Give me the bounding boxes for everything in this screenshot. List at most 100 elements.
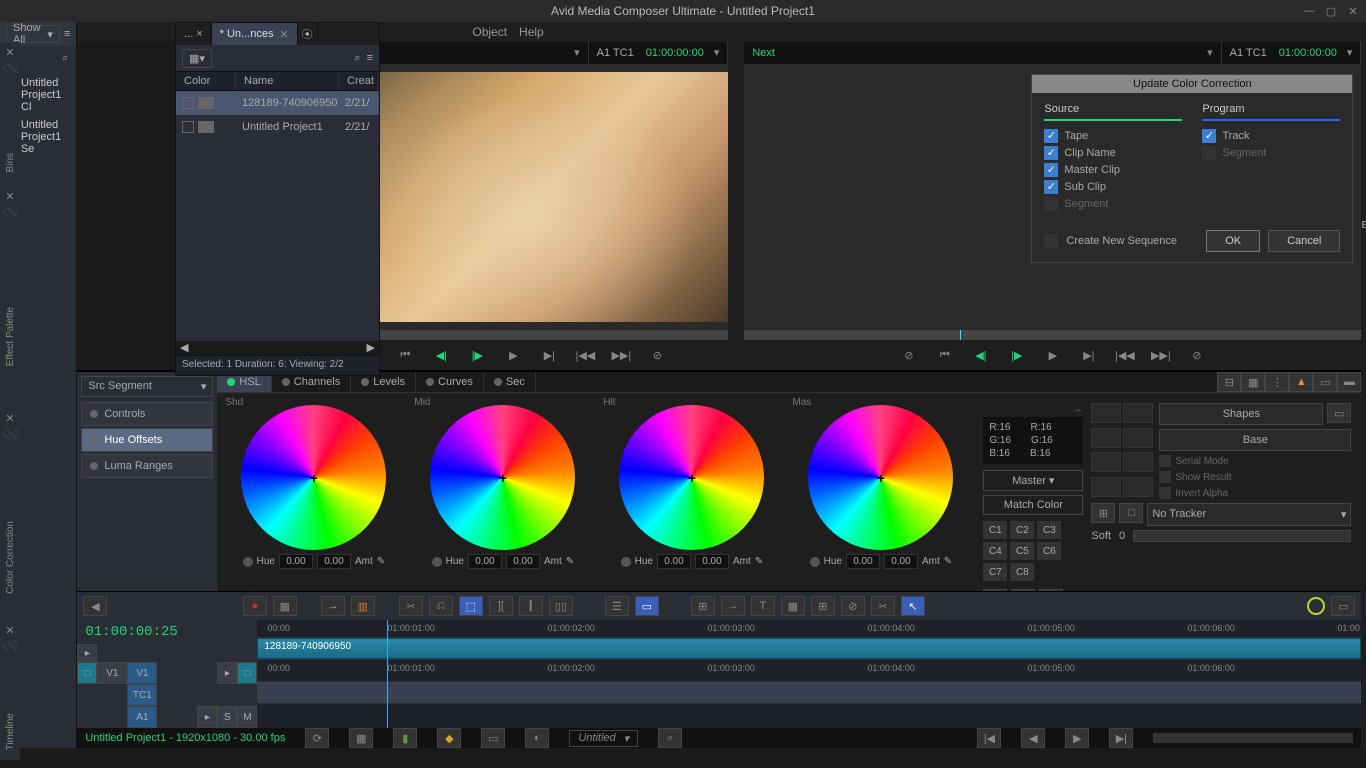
hue-input[interactable]	[279, 554, 313, 569]
mark-out-icon[interactable]: |▶	[1007, 345, 1027, 365]
maximize-button[interactable]: ▢	[1322, 3, 1340, 19]
sat-input[interactable]	[884, 554, 918, 569]
record-track-selector[interactable]: A1 TC101:00:00:00▾	[1222, 42, 1362, 64]
mute-button[interactable]: M	[237, 706, 257, 728]
cc-tool-icon[interactable]: ⋮	[1265, 372, 1289, 392]
soft-slider[interactable]	[1133, 530, 1351, 542]
close-panel-icon[interactable]: ✕	[5, 412, 14, 425]
no-tracker-dropdown[interactable]: No Tracker▾	[1147, 503, 1351, 526]
track-lock-icon[interactable]: ▸	[217, 662, 237, 684]
close-tab-icon[interactable]: ✕	[279, 28, 288, 41]
goto-start-icon[interactable]: |◀◀	[1115, 345, 1135, 365]
cc-tool-icon[interactable]: ⊟	[1217, 372, 1241, 392]
tape-checkbox[interactable]: ✓	[1044, 129, 1058, 143]
enable-dot[interactable]	[810, 557, 820, 567]
bin-row[interactable]: Untitled Project1 2/21/	[176, 115, 379, 139]
goto-end-icon[interactable]: ▶▶|	[611, 345, 631, 365]
hue-offsets-button[interactable]: Hue Offsets	[81, 428, 213, 452]
enable-dot[interactable]	[432, 557, 442, 567]
sat-input[interactable]	[695, 554, 729, 569]
drag-handle-icon[interactable]	[2, 63, 18, 73]
nav-next-icon[interactable]: ▶	[1065, 728, 1089, 748]
show-result-checkbox[interactable]	[1159, 471, 1171, 483]
sec-tab[interactable]: Sec	[484, 372, 536, 392]
playhead[interactable]	[387, 620, 388, 728]
src-segment-dropdown[interactable]: Src Segment▾	[81, 376, 213, 397]
sat-input[interactable]	[317, 554, 351, 569]
pen-icon[interactable]	[1123, 452, 1153, 472]
eyedropper-icon[interactable]: ✎	[566, 556, 574, 567]
hue-input[interactable]	[468, 554, 502, 569]
master-wheel[interactable]	[808, 405, 953, 550]
solo-button[interactable]: S	[217, 706, 237, 728]
disabled-icon[interactable]: ⊘	[1187, 345, 1207, 365]
goto-out-icon[interactable]: ▶|	[1079, 345, 1099, 365]
ok-button[interactable]: OK	[1206, 230, 1260, 252]
mark-in-icon[interactable]: ◀|	[431, 345, 451, 365]
v1-track[interactable]: 128189-740906950	[257, 638, 1361, 659]
master-dropdown[interactable]: Master ▾	[983, 470, 1083, 491]
col-date[interactable]: Creat	[339, 72, 379, 90]
step-back-icon[interactable]: ⏮	[935, 345, 955, 365]
eyedropper-icon[interactable]: ✎	[944, 556, 952, 567]
play-icon[interactable]: ▶	[1043, 345, 1063, 365]
clip-name-checkbox[interactable]: ✓	[1044, 146, 1058, 160]
tool-icon[interactable]	[1123, 477, 1153, 497]
record-scrub-bar[interactable]	[744, 330, 1361, 340]
minimize-button[interactable]: —	[1300, 3, 1318, 19]
tc1-button[interactable]: TC1	[127, 684, 157, 706]
search-icon[interactable]: ⌕	[658, 728, 682, 748]
bin-tab-1[interactable]: ... ×	[176, 23, 212, 45]
c8-button[interactable]: C8	[1010, 563, 1034, 581]
mark-out-icon[interactable]: |▶	[467, 345, 487, 365]
hue-input[interactable]	[846, 554, 880, 569]
controls-button[interactable]: Controls	[81, 402, 213, 426]
midtones-wheel[interactable]	[430, 405, 575, 550]
invert-alpha-checkbox[interactable]	[1159, 487, 1171, 499]
match-color-button[interactable]: Match Color	[983, 495, 1083, 515]
status-icon[interactable]: ▭	[481, 728, 505, 748]
bin-row[interactable]: 128189-740906950 2/21/	[176, 91, 379, 115]
track-monitor[interactable]: □	[237, 662, 257, 684]
a1-track[interactable]	[257, 682, 1361, 703]
c6-button[interactable]: C6	[1037, 542, 1061, 560]
status-icon[interactable]: ▮	[393, 728, 417, 748]
timeline-clip[interactable]: 128189-740906950	[257, 638, 1361, 659]
drag-handle-icon[interactable]	[2, 207, 18, 217]
c2-button[interactable]: C2	[1010, 521, 1034, 539]
pointer-icon[interactable]	[1123, 403, 1153, 423]
a1-button[interactable]: A1	[127, 706, 157, 728]
nav-first-icon[interactable]: |◀	[977, 728, 1001, 748]
tl-loop-icon[interactable]	[1307, 597, 1325, 615]
tl-panel-icon[interactable]: ▭	[1331, 596, 1355, 616]
tracker-toggle[interactable]: □	[1119, 503, 1143, 523]
mark-in-icon[interactable]: ◀|	[971, 345, 991, 365]
bin-tab-menu[interactable]: ⦿	[298, 23, 318, 45]
cc-tool-icon[interactable]: ▬	[1337, 372, 1361, 392]
bin-tab-2[interactable]: * Un...nces✕	[212, 23, 298, 45]
close-panel-icon[interactable]: ✕	[5, 190, 14, 203]
v1-src-button[interactable]: V1	[97, 662, 127, 684]
untitled-dropdown[interactable]: Untitled▾	[569, 730, 638, 747]
sat-input[interactable]	[506, 554, 540, 569]
enable-dot[interactable]	[621, 557, 631, 567]
drag-handle-icon[interactable]	[2, 641, 18, 651]
source-viewer-image[interactable]	[348, 72, 728, 322]
create-new-sequence-checkbox[interactable]	[1044, 234, 1058, 248]
search-icon[interactable]: ⌕	[62, 52, 68, 65]
highlights-wheel[interactable]	[619, 405, 764, 550]
bin-menu-icon[interactable]: ≡	[367, 52, 373, 64]
goto-end-icon[interactable]: ▶▶|	[1151, 345, 1171, 365]
track-checkbox[interactable]: ✓	[1202, 129, 1216, 143]
close-panel-icon[interactable]: ✕	[5, 46, 14, 59]
warning-icon[interactable]: ▲	[1289, 372, 1313, 392]
drag-handle-icon[interactable]	[2, 429, 18, 439]
menu-help[interactable]: Help	[519, 25, 544, 39]
base-button[interactable]: Base	[1159, 429, 1351, 451]
col-color[interactable]: Color	[176, 72, 236, 90]
cancel-button[interactable]: Cancel	[1268, 230, 1340, 252]
status-icon[interactable]: ⟳	[305, 728, 329, 748]
timecode-display[interactable]: 01:00:00:25	[77, 620, 257, 644]
close-panel-icon[interactable]: ✕	[5, 624, 14, 637]
shapes-button[interactable]: Shapes	[1159, 403, 1323, 425]
